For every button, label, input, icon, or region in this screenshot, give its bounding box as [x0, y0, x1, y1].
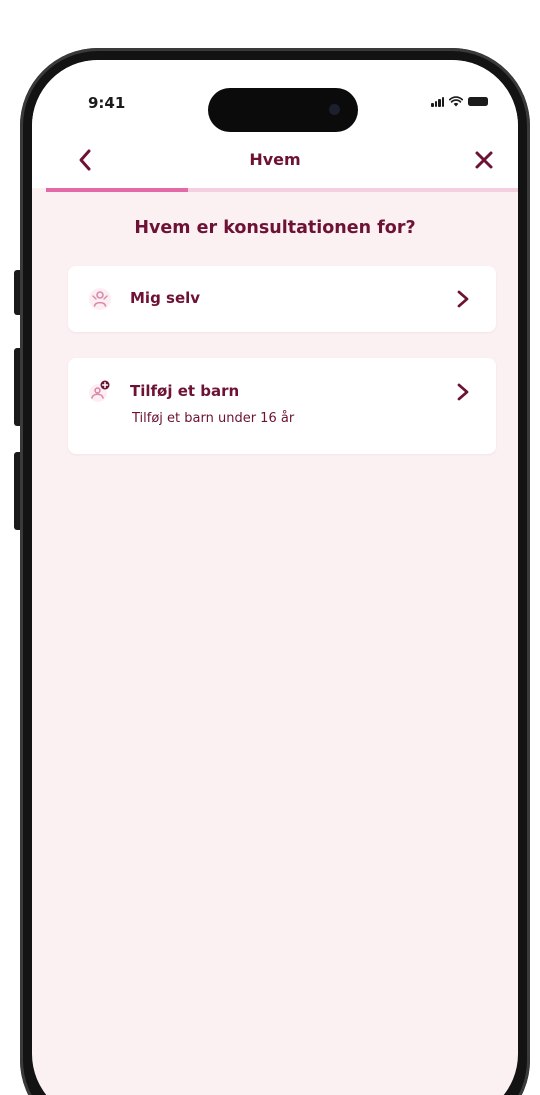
cellular-signal-icon [431, 96, 444, 107]
progress-bar [46, 188, 518, 192]
status-bar: 9:41 [32, 60, 518, 136]
chevron-right-icon [457, 290, 469, 308]
add-child-icon [89, 380, 110, 402]
person-icon [89, 288, 111, 310]
option-label: Tilføj et barn [130, 382, 240, 400]
option-tilfoej-barn[interactable]: Tilføj et barn Tilføj et barn under 16 å… [68, 358, 496, 454]
close-icon [475, 151, 493, 169]
dynamic-island [208, 88, 358, 132]
page-heading: Hvem er konsultationen for? [134, 218, 416, 238]
option-label: Mig selv [130, 289, 201, 307]
camera-lens [329, 104, 340, 115]
chevron-right-icon [457, 383, 469, 401]
wifi-icon [449, 96, 463, 107]
option-sublabel: Tilføj et barn under 16 år [132, 411, 295, 426]
option-mig-selv[interactable]: Mig selv [68, 266, 496, 332]
progress-fill [46, 188, 188, 192]
phone-screen: 9:41 Hvem Hvem er konsultationen for? Mi… [32, 60, 518, 1095]
nav-title: Hvem [249, 150, 301, 169]
device-mockup: 9:41 Hvem Hvem er konsultationen for? Mi… [0, 0, 540, 1095]
battery-icon [468, 97, 488, 106]
status-time: 9:41 [88, 94, 126, 112]
close-button[interactable] [472, 148, 496, 172]
navigation-bar: Hvem [32, 136, 518, 188]
status-icons [431, 96, 488, 107]
